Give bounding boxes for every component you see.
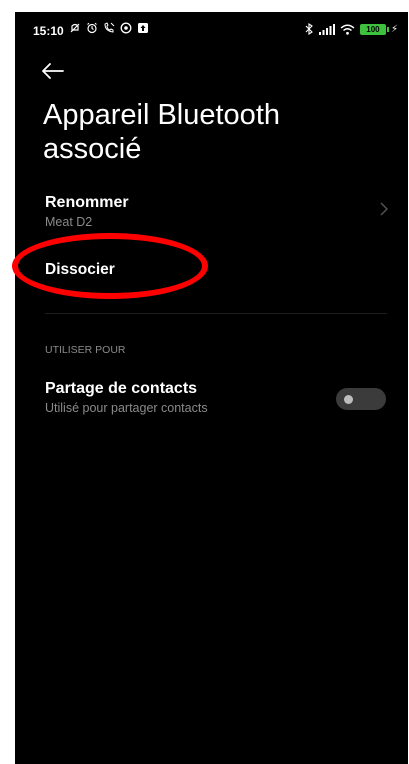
unpair-label: Dissocier — [45, 261, 115, 278]
battery-level: 100 — [359, 23, 386, 35]
divider — [45, 313, 387, 314]
mute-icon — [69, 22, 81, 34]
rename-row[interactable]: Renommer Meat D2 — [15, 192, 408, 238]
back-button[interactable] — [41, 58, 71, 84]
status-right-icons: 100 ⚡ — [305, 23, 398, 35]
alarm-icon — [86, 22, 98, 34]
vpn-icon — [120, 22, 132, 34]
contacts-sharing-label: Partage de contacts — [45, 380, 198, 397]
wifi-icon — [340, 24, 355, 35]
section-header: UTILISER POUR — [45, 344, 126, 356]
device-name-value: Meat D2 — [45, 215, 93, 229]
status-time: 15:10 — [33, 24, 64, 38]
page-title: Appareil Bluetooth associé — [43, 99, 280, 165]
phone-off-icon — [103, 22, 115, 34]
contacts-sharing-toggle[interactable] — [336, 388, 386, 410]
upload-icon — [137, 22, 149, 34]
toggle-knob — [344, 395, 353, 404]
contacts-sharing-description: Utilisé pour partager contacts — [45, 401, 208, 415]
rename-label: Renommer — [45, 194, 129, 211]
bluetooth-icon — [305, 23, 314, 35]
signal-icon — [318, 23, 335, 35]
back-arrow-icon — [42, 63, 64, 79]
status-bar: 15:10 100 ⚡ — [15, 12, 408, 52]
battery-icon: 100 ⚡ — [359, 23, 398, 35]
phone-screen: 15:10 100 ⚡ Appareil Bluetooth associé R… — [15, 12, 408, 764]
unpair-row[interactable]: Dissocier — [15, 256, 408, 286]
status-left-icons — [69, 22, 149, 34]
charging-icon: ⚡ — [390, 23, 398, 35]
chevron-right-icon — [380, 202, 388, 216]
battery-tip — [386, 26, 389, 32]
